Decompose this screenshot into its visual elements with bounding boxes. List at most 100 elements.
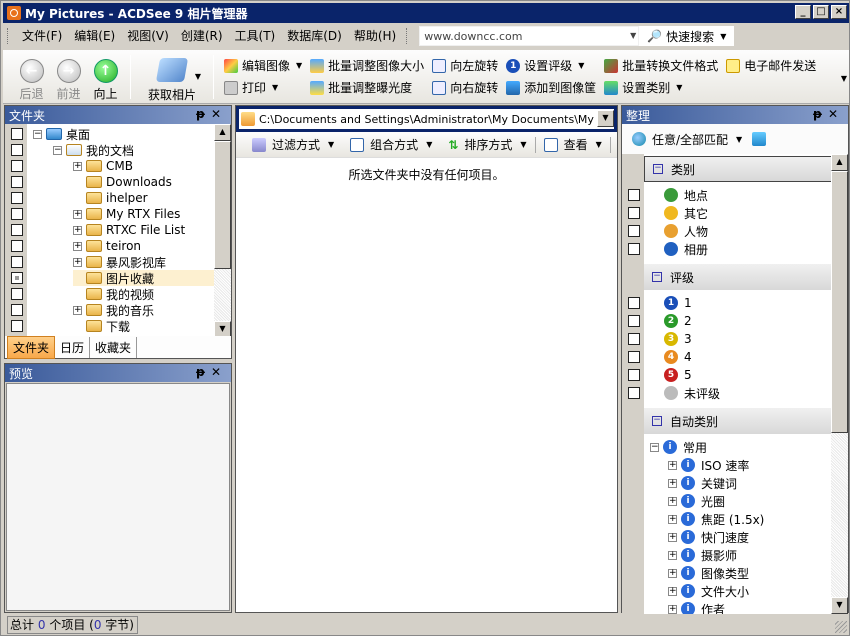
expand-icon[interactable]: + (668, 478, 677, 488)
add-to-basket-button[interactable]: 添加到图像筐 (506, 79, 596, 97)
auto-category-root[interactable]: − i 常用 (650, 438, 707, 456)
filter-button[interactable]: 过滤方式 ▼ (244, 136, 342, 153)
set-rating-button[interactable]: 1 设置评级 ▼ (506, 57, 596, 75)
expand-icon[interactable]: + (73, 305, 82, 315)
auto-category-item[interactable]: + i 光圈 (668, 492, 725, 510)
menu-tools[interactable]: 工具(T) (229, 25, 282, 47)
print-button[interactable]: 打印 ▼ (224, 79, 302, 97)
menu-edit[interactable]: 编辑(E) (68, 25, 121, 47)
path-dropdown-icon[interactable]: ▼ (597, 110, 614, 127)
folder-tree-item[interactable]: + teiron (73, 238, 215, 254)
auto-category-item[interactable]: + i 图像类型 (668, 564, 749, 582)
quick-search-button[interactable]: 🔎 快速搜索 ▼ (639, 26, 735, 46)
folder-tree-item[interactable]: − 桌面 (33, 126, 215, 142)
menu-view[interactable]: 视图(V) (121, 25, 175, 47)
rating-item-checkbox[interactable] (628, 333, 640, 345)
auto-categories-section[interactable]: − 自动类别 (644, 408, 832, 434)
pin-icon[interactable]: ᵽ (813, 107, 828, 121)
close-button[interactable]: × (831, 5, 847, 19)
expand-icon[interactable]: + (73, 241, 82, 251)
rating-item[interactable]: 33 (664, 330, 692, 348)
new-category-icon[interactable] (752, 132, 767, 146)
folder-tree-item[interactable]: + 我的音乐 (73, 302, 215, 318)
rating-item-checkbox[interactable] (628, 315, 640, 327)
menu-file[interactable]: 文件(F) (16, 25, 68, 47)
folder-tree-item[interactable]: + CMB (73, 158, 215, 174)
folder-checkbox[interactable] (11, 240, 23, 252)
auto-category-item[interactable]: + i ISO 速率 (668, 456, 749, 474)
resize-grip[interactable] (835, 621, 847, 633)
rating-item[interactable]: 未评级 (664, 384, 720, 402)
expand-icon[interactable]: + (668, 532, 677, 542)
tab-calendar[interactable]: 日历 (55, 336, 91, 358)
view-button[interactable]: 查看 ▼ (536, 136, 610, 153)
auto-category-item[interactable]: + i 文件大小 (668, 582, 749, 600)
batch-convert-button[interactable]: 批量转换文件格式 (604, 57, 718, 75)
collapse-icon[interactable]: − (652, 272, 662, 282)
menu-create[interactable]: 创建(R) (175, 25, 229, 47)
pin-icon[interactable]: ᵽ (196, 365, 211, 379)
category-item[interactable]: 地点 (664, 186, 708, 204)
address-grip[interactable] (406, 28, 409, 44)
expand-icon[interactable]: + (73, 161, 82, 171)
folder-tree-item[interactable]: Downloads (73, 174, 215, 190)
rotate-left-button[interactable]: 向左旋转 (432, 57, 498, 75)
rating-item[interactable]: 44 (664, 348, 692, 366)
back-button[interactable]: ← 后退 (13, 50, 50, 103)
folder-tree-item[interactable]: ihelper (73, 190, 215, 206)
expand-icon[interactable]: + (73, 257, 82, 267)
category-item[interactable]: 人物 (664, 222, 708, 240)
category-item[interactable]: 其它 (664, 204, 708, 222)
chevron-down-icon[interactable]: ▼ (736, 135, 742, 144)
category-item[interactable]: 相册 (664, 240, 708, 258)
auto-category-item[interactable]: + i 快门速度 (668, 528, 749, 546)
sort-button[interactable]: ⇅ 排序方式 ▼ (440, 136, 534, 153)
folder-tree-item[interactable]: 图片收藏 (73, 270, 215, 286)
collapse-icon[interactable]: − (53, 145, 62, 155)
folder-tree-scrollbar[interactable]: ▲ ▼ (214, 124, 231, 338)
expand-icon[interactable]: + (73, 225, 82, 235)
menu-grip[interactable] (7, 28, 10, 44)
category-item-checkbox[interactable] (628, 243, 640, 255)
folder-checkbox[interactable] (11, 272, 23, 284)
group-button[interactable]: 组合方式 ▼ (342, 136, 440, 153)
rating-item[interactable]: 22 (664, 312, 692, 330)
folder-checkbox[interactable] (11, 160, 23, 172)
expand-icon[interactable]: + (668, 550, 677, 560)
auto-category-item[interactable]: + i 作者 (668, 600, 725, 614)
expand-icon[interactable]: + (668, 496, 677, 506)
folder-checkbox[interactable] (11, 304, 23, 316)
folder-tree-item[interactable]: − 我的文档 (53, 142, 215, 158)
close-icon[interactable]: ✕ (211, 365, 227, 379)
address-dropdown-icon[interactable]: ▼ (630, 31, 636, 40)
auto-category-item[interactable]: + i 焦距 (1.5x) (668, 510, 764, 528)
categories-section[interactable]: − 类别 (644, 156, 832, 182)
folder-tree-item[interactable]: 下载 (73, 318, 215, 334)
address-input[interactable]: www.downcc.com ▼ (419, 26, 640, 46)
tab-favorites[interactable]: 收藏夹 (90, 336, 138, 358)
collapse-icon[interactable]: − (652, 416, 662, 426)
folder-checkbox[interactable] (11, 128, 23, 140)
collapse-icon[interactable]: − (650, 442, 659, 452)
path-input[interactable]: C:\Documents and Settings\Administrator\… (239, 109, 614, 129)
rating-item-checkbox[interactable] (628, 387, 640, 399)
folder-checkbox[interactable] (11, 256, 23, 268)
expand-icon[interactable]: + (668, 514, 677, 524)
maximize-button[interactable]: □ (813, 5, 829, 19)
folder-checkbox[interactable] (11, 176, 23, 188)
toolbar-overflow-icon[interactable]: ▼ (841, 74, 847, 83)
auto-category-item[interactable]: + i 关键词 (668, 474, 737, 492)
menu-help[interactable]: 帮助(H) (348, 25, 402, 47)
ratings-section[interactable]: − 评级 (644, 264, 832, 290)
folder-checkbox[interactable] (11, 288, 23, 300)
set-category-button[interactable]: 设置类别 ▼ (604, 79, 718, 97)
folder-checkbox[interactable] (11, 208, 23, 220)
category-item-checkbox[interactable] (628, 189, 640, 201)
tab-folders[interactable]: 文件夹 (7, 335, 56, 359)
expand-icon[interactable]: + (73, 209, 82, 219)
close-icon[interactable]: ✕ (828, 107, 844, 121)
organize-scrollbar[interactable]: ▲ ▼ (831, 154, 848, 614)
close-icon[interactable]: ✕ (211, 107, 227, 121)
collapse-icon[interactable]: − (33, 129, 42, 139)
up-button[interactable]: ↑ 向上 (87, 50, 124, 103)
